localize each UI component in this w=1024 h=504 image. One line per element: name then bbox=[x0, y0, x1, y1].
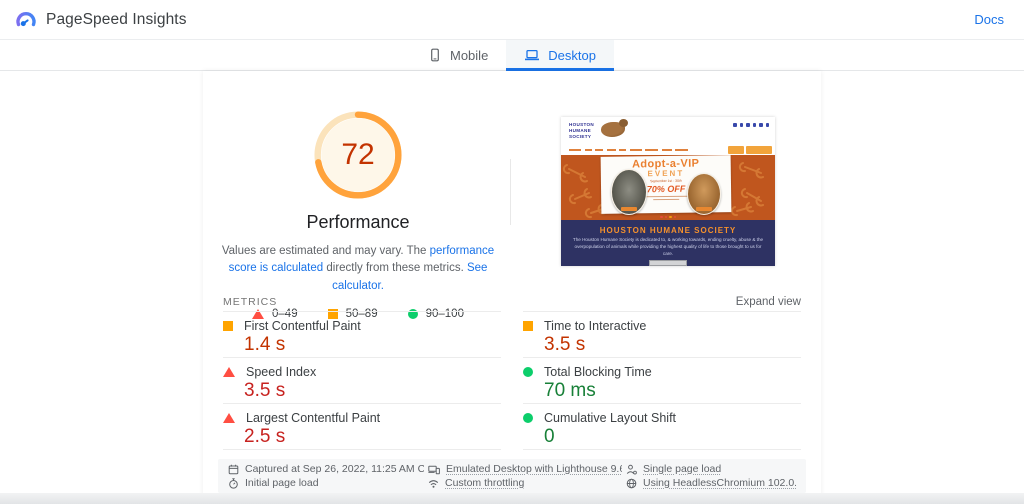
metric-name: Largest Contentful Paint bbox=[246, 411, 381, 425]
preview-mission-text: The Houston Humane Society is dedicated … bbox=[572, 237, 764, 256]
preview-site-logo: HOUSTON HUMANE SOCIETY bbox=[569, 122, 594, 139]
metric-rating-icon bbox=[223, 321, 233, 331]
metrics-section-label: METRICS bbox=[223, 296, 278, 308]
metric-rating-icon bbox=[223, 367, 235, 377]
performance-score-value: 72 bbox=[341, 138, 375, 171]
metric-value: 2.5 s bbox=[244, 426, 286, 447]
metric-value: 1.4 s bbox=[244, 334, 286, 355]
stopwatch-icon bbox=[229, 477, 238, 489]
preview-fine-print-2 bbox=[653, 198, 680, 201]
metric-name: First Contentful Paint bbox=[244, 319, 361, 333]
score-section: 72 Performance Values are estimated and … bbox=[205, 111, 511, 320]
metric-value: 3.5 s bbox=[244, 380, 286, 401]
desktop-laptop-icon bbox=[525, 49, 540, 61]
meta-custom-throttling: Custom throttling bbox=[428, 477, 622, 489]
disclaimer-text-2: directly from these metrics. bbox=[323, 262, 467, 275]
metric-rating-icon bbox=[223, 413, 235, 423]
preview-dog-photo bbox=[687, 173, 721, 215]
person-icon bbox=[626, 464, 637, 474]
metric-value: 0 bbox=[544, 426, 555, 447]
disclaimer-text-1: Values are estimated and may vary. The bbox=[221, 245, 430, 257]
preview-carousel-dots bbox=[660, 215, 676, 218]
network-throttling-icon bbox=[428, 479, 439, 488]
mobile-phone-icon bbox=[431, 48, 439, 62]
preview-fine-print bbox=[644, 195, 689, 198]
pagespeed-logo-icon bbox=[16, 11, 36, 26]
vertical-divider bbox=[510, 159, 511, 225]
meta-single-page-load: Single page load bbox=[626, 463, 796, 475]
preview-site-nav bbox=[561, 145, 775, 155]
metric-name: Total Blocking Time bbox=[544, 365, 652, 379]
metric-rating-icon bbox=[523, 321, 533, 331]
metric-name: Speed Index bbox=[246, 365, 317, 379]
preview-cat-photo bbox=[611, 169, 647, 215]
report-card: 72 Performance Values are estimated and … bbox=[203, 71, 821, 504]
meta-captured-at: Captured at Sep 26, 2022, 11:25 AM CDT bbox=[228, 463, 424, 475]
metric-largest-contentful-paint: Largest Contentful Paint 2.5 s bbox=[223, 404, 501, 450]
next-section-edge bbox=[0, 493, 1024, 504]
preview-nav-buttons bbox=[728, 146, 772, 154]
expand-view-button[interactable]: Expand view bbox=[736, 296, 801, 308]
meta-initial-page-load: Initial page load bbox=[228, 477, 424, 489]
tab-mobile[interactable]: Mobile bbox=[410, 40, 506, 70]
preview-mission-title: HOUSTON HUMANE SOCIETY bbox=[599, 226, 737, 235]
metric-time-to-interactive: Time to Interactive 3.5 s bbox=[523, 312, 801, 358]
preview-mission-button bbox=[649, 259, 687, 266]
metrics-column-right: Time to Interactive 3.5 s Total Blocking… bbox=[523, 311, 801, 450]
calendar-icon bbox=[228, 464, 239, 474]
app-logo: PageSpeed Insights bbox=[14, 8, 187, 32]
metric-speed-index: Speed Index 3.5 s bbox=[223, 358, 501, 404]
performance-gauge[interactable]: 72 bbox=[314, 111, 402, 199]
metric-name: Cumulative Layout Shift bbox=[544, 411, 677, 425]
metric-rating-icon bbox=[523, 413, 533, 423]
meta-emulated-device: Emulated Desktop with Lighthouse 9.6.6 bbox=[428, 463, 622, 475]
docs-link[interactable]: Docs bbox=[974, 12, 1004, 27]
metric-first-contentful-paint: First Contentful Paint 1.4 s bbox=[223, 312, 501, 358]
app-header: PageSpeed Insights Docs bbox=[0, 0, 1024, 40]
meta-chromium-version: Using HeadlessChromium 102.0.5005.115 wi… bbox=[626, 477, 796, 489]
page-title: PageSpeed Insights bbox=[46, 10, 187, 28]
site-screenshot-preview: HOUSTON HUMANE SOCIETY Adopt-a-VIP EVENT… bbox=[561, 117, 775, 266]
metric-value: 3.5 s bbox=[544, 334, 586, 355]
metric-name: Time to Interactive bbox=[544, 319, 647, 333]
metric-total-blocking-time: Total Blocking Time 70 ms bbox=[523, 358, 801, 404]
metrics-section: METRICS Expand view First Contentful Pai… bbox=[223, 293, 801, 450]
tab-desktop-label: Desktop bbox=[548, 47, 596, 63]
performance-label: Performance bbox=[306, 212, 410, 232]
metric-cumulative-layout-shift: Cumulative Layout Shift 0 bbox=[523, 404, 801, 450]
browser-globe-icon bbox=[626, 478, 637, 488]
metric-value: 70 ms bbox=[544, 380, 596, 401]
metric-rating-icon bbox=[523, 367, 533, 377]
preview-site-header: HOUSTON HUMANE SOCIETY bbox=[561, 117, 775, 145]
preview-social-icons bbox=[733, 123, 769, 127]
metrics-column-left: First Contentful Paint 1.4 s Speed Index… bbox=[223, 311, 501, 450]
run-metadata-bar: Captured at Sep 26, 2022, 11:25 AM CDT I… bbox=[218, 459, 806, 493]
score-disclaimer: Values are estimated and may vary. The p… bbox=[210, 243, 506, 295]
preview-hero-banner: Adopt-a-VIP EVENT September 1st - 30th 7… bbox=[561, 155, 775, 220]
devices-icon bbox=[428, 465, 440, 474]
preview-mission-section: HOUSTON HUMANE SOCIETY The Houston Human… bbox=[561, 220, 775, 266]
device-tabbar: Mobile Desktop bbox=[0, 40, 1024, 71]
tab-desktop[interactable]: Desktop bbox=[506, 40, 614, 71]
tab-mobile-label: Mobile bbox=[450, 47, 489, 63]
preview-logo-dog-image bbox=[601, 119, 628, 137]
